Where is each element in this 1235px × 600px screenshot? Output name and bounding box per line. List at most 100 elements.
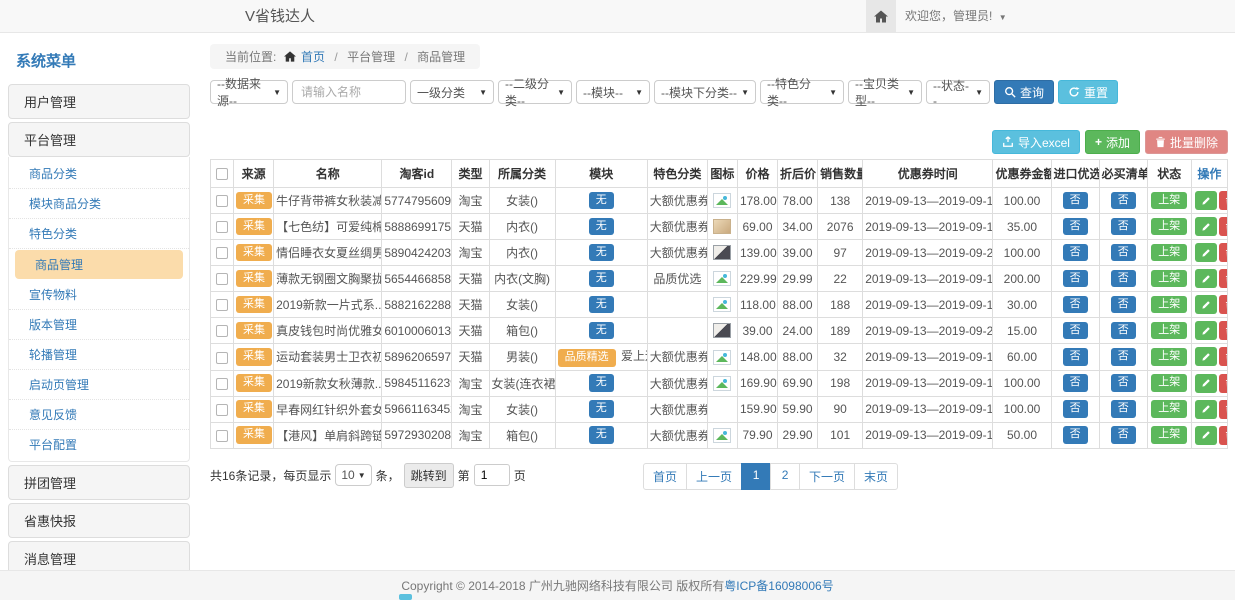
delete-button[interactable] [1219,400,1228,419]
import-optional-toggle[interactable]: 否 [1063,374,1088,392]
submenu-item-goods-category[interactable]: 商品分类 [9,159,189,189]
status-badge[interactable]: 上架 [1151,296,1187,314]
delete-button[interactable] [1219,217,1228,236]
must-buy-toggle[interactable]: 否 [1111,348,1136,366]
home-nav-button[interactable] [866,0,896,32]
pager-first[interactable]: 首页 [643,463,687,490]
status-badge[interactable]: 上架 [1151,322,1187,340]
status-badge[interactable]: 上架 [1151,374,1187,392]
pager-page-2[interactable]: 2 [770,463,800,490]
name-search-input[interactable] [292,80,406,104]
search-button[interactable]: 查询 [994,80,1054,104]
edit-button[interactable] [1195,321,1217,340]
import-optional-toggle[interactable]: 否 [1063,296,1088,314]
status-badge[interactable]: 上架 [1151,218,1187,236]
filter-select-feature-category[interactable]: --特色分类-- ▼ [760,80,844,104]
delete-button[interactable] [1219,269,1228,288]
status-badge[interactable]: 上架 [1151,270,1187,288]
filter-select-item-type[interactable]: --宝贝类型-- ▼ [848,80,922,104]
edit-button[interactable] [1195,217,1217,236]
user-dropdown[interactable]: 欢迎您，管理员! ▼ [905,0,1007,34]
sidebar-item-user-mgmt[interactable]: 用户管理 [8,84,190,119]
module-badge[interactable]: 无 [589,244,614,262]
module-badge[interactable]: 无 [589,192,614,210]
edit-button[interactable] [1195,426,1217,445]
import-optional-toggle[interactable]: 否 [1063,426,1088,444]
import-optional-toggle[interactable]: 否 [1063,400,1088,418]
edit-button[interactable] [1195,191,1217,210]
edit-button[interactable] [1195,243,1217,262]
delete-button[interactable] [1219,321,1228,340]
page-size-select[interactable]: 10 ▼ [335,464,371,486]
row-checkbox[interactable] [216,352,228,364]
module-badge[interactable]: 无 [589,400,614,418]
sidebar-item-platform-mgmt[interactable]: 平台管理 [8,122,190,157]
submenu-item-carousel-mgmt[interactable]: 轮播管理 [9,340,189,370]
status-badge[interactable]: 上架 [1151,348,1187,366]
filter-select-level1-category[interactable]: 一级分类 ▼ [410,80,494,104]
add-button[interactable]: + 添加 [1085,130,1140,154]
pager-prev[interactable]: 上一页 [686,463,742,490]
row-checkbox[interactable] [216,247,228,259]
delete-button[interactable] [1219,191,1228,210]
submenu-item-feedback[interactable]: 意见反馈 [9,400,189,430]
row-checkbox[interactable] [216,378,228,390]
submenu-item-version-mgmt[interactable]: 版本管理 [9,310,189,340]
submenu-item-feature-category[interactable]: 特色分类 [9,219,189,249]
delete-button[interactable] [1219,347,1228,366]
edit-button[interactable] [1195,347,1217,366]
must-buy-toggle[interactable]: 否 [1111,374,1136,392]
submenu-item-splash-mgmt[interactable]: 启动页管理 [9,370,189,400]
sidebar-item-group-buy-mgmt[interactable]: 拼团管理 [8,465,190,500]
pager-page-1[interactable]: 1 [741,463,771,490]
select-all-checkbox[interactable] [216,168,228,180]
pager-next[interactable]: 下一页 [799,463,855,490]
filter-select-module[interactable]: --模块-- ▼ [576,80,650,104]
filter-select-status[interactable]: --状态-- ▼ [926,80,990,104]
must-buy-toggle[interactable]: 否 [1111,244,1136,262]
import-optional-toggle[interactable]: 否 [1063,192,1088,210]
filter-select-data-source[interactable]: --数据来源-- ▼ [210,80,288,104]
delete-button[interactable] [1219,295,1228,314]
import-optional-toggle[interactable]: 否 [1063,244,1088,262]
row-checkbox[interactable] [216,325,228,337]
edit-button[interactable] [1195,269,1217,288]
import-excel-button[interactable]: 导入excel [992,130,1080,154]
row-checkbox[interactable] [216,195,228,207]
module-badge[interactable]: 无 [589,426,614,444]
submenu-item-platform-config[interactable]: 平台配置 [9,430,189,459]
module-badge[interactable]: 无 [589,270,614,288]
submenu-item-module-goods-category[interactable]: 模块商品分类 [9,189,189,219]
must-buy-toggle[interactable]: 否 [1111,296,1136,314]
delete-button[interactable] [1219,374,1228,393]
submenu-item-goods-mgmt-active[interactable]: 商品管理 [15,250,183,279]
import-optional-toggle[interactable]: 否 [1063,270,1088,288]
jump-button[interactable]: 跳转到 [404,463,454,488]
edit-button[interactable] [1195,374,1217,393]
row-checkbox[interactable] [216,299,228,311]
module-badge[interactable]: 无 [589,296,614,314]
import-optional-toggle[interactable]: 否 [1063,218,1088,236]
breadcrumb-home-link[interactable]: 首页 [301,50,325,64]
submenu-item-promo-material[interactable]: 宣传物料 [9,280,189,310]
import-optional-toggle[interactable]: 否 [1063,348,1088,366]
row-checkbox[interactable] [216,404,228,416]
must-buy-toggle[interactable]: 否 [1111,322,1136,340]
jump-page-input[interactable] [474,464,510,486]
status-badge[interactable]: 上架 [1151,400,1187,418]
module-badge[interactable]: 无 [589,374,614,392]
must-buy-toggle[interactable]: 否 [1111,400,1136,418]
edit-button[interactable] [1195,295,1217,314]
filter-select-level2-category[interactable]: --二级分类-- ▼ [498,80,572,104]
import-optional-toggle[interactable]: 否 [1063,322,1088,340]
batch-delete-button[interactable]: 批量删除 [1145,130,1228,154]
row-checkbox[interactable] [216,221,228,233]
filter-select-module-subcategory[interactable]: --模块下分类-- ▼ [654,80,756,104]
row-checkbox[interactable] [216,273,228,285]
must-buy-toggle[interactable]: 否 [1111,218,1136,236]
status-badge[interactable]: 上架 [1151,192,1187,210]
edit-button[interactable] [1195,400,1217,419]
module-badge[interactable]: 品质精选 [558,349,616,367]
module-badge[interactable]: 无 [589,218,614,236]
icp-link[interactable]: 粤ICP备16098006号 [724,577,833,594]
